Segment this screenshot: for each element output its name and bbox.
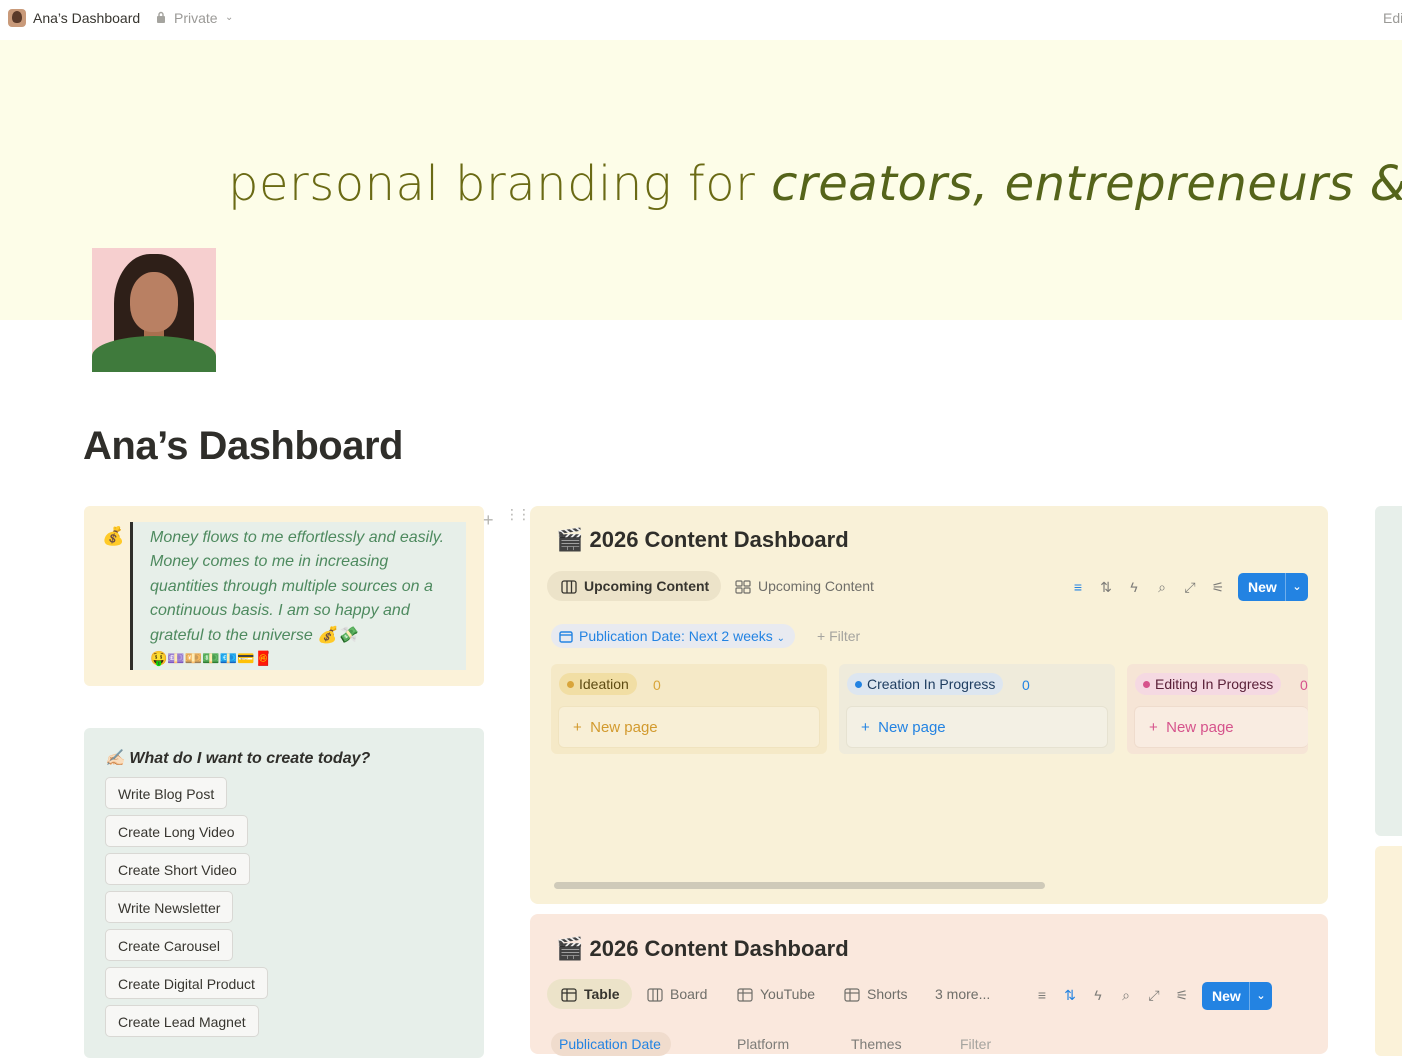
new-page-ideation[interactable]: + New page [558,706,820,748]
cover-text-italic: creators, entrepreneurs & bloggers [771,156,1402,212]
gallery-view-icon [735,580,751,594]
cover-text: personal branding for creators, entrepre… [228,156,1402,212]
tab-youtube[interactable]: YouTube [737,979,815,1009]
expand-icon[interactable]: ⤢ [1144,985,1164,1005]
edit-button[interactable]: Edi [1383,10,1402,26]
dashboard-title-2[interactable]: 🎬 2026 Content Dashboard [556,936,849,962]
themes-filter[interactable]: Themes [851,1036,902,1052]
horizontal-scrollbar[interactable] [554,882,1045,889]
publication-date-filter-2[interactable]: Publication Date [551,1032,671,1056]
chevron-down-icon[interactable]: ⌄ [1249,982,1272,1010]
chevron-down-icon[interactable]: ⌄ [1285,573,1308,601]
cover-text-plain: personal branding for [228,156,772,212]
lock-icon [157,11,165,23]
breadcrumb-page-title[interactable]: Ana’s Dashboard [33,10,140,26]
write-blog-post-button[interactable]: Write Blog Post [105,777,228,809]
right-panel-partial [1375,506,1402,836]
calendar-icon [559,631,573,643]
tab-upcoming-content-board[interactable]: Upcoming Content [547,571,722,601]
creation-count: 0 [1022,677,1030,693]
publication-date-filter[interactable]: Publication Date: Next 2 weeks ⌄ [551,624,796,648]
create-carousel-button[interactable]: Create Carousel [105,929,233,961]
search-icon[interactable]: ⌕ [1116,985,1136,1005]
search-icon[interactable]: ⌕ [1152,577,1172,597]
add-filter-2[interactable]: Filter [960,1036,991,1052]
expand-icon[interactable]: ⤢ [1180,577,1200,597]
create-today-heading: ✍🏻 What do I want to create today? [105,750,371,767]
new-page-editing[interactable]: + New page [1134,706,1308,748]
tab-shorts[interactable]: Shorts [844,979,907,1009]
create-lead-magnet-button[interactable]: Create Lead Magnet [105,1005,259,1037]
table-view-icon [844,988,860,1002]
page-title[interactable]: Ana’s Dashboard [83,424,403,469]
create-long-video-button[interactable]: Create Long Video [105,815,248,847]
new-button-2[interactable]: New ⌄ [1202,982,1272,1010]
status-tag-creation[interactable]: Creation In Progress [847,673,1004,695]
filter-icon[interactable]: ≡ [1032,985,1052,1005]
status-tag-ideation[interactable]: Ideation [559,673,637,695]
editing-count: 0 [1300,677,1308,693]
right-panel-partial-2 [1375,846,1402,1056]
tab-table[interactable]: Table [547,979,632,1009]
sort-icon[interactable]: ⇅ [1096,577,1116,597]
money-bag-icon: 💰 [102,526,125,546]
ideation-count: 0 [653,677,661,693]
status-tag-editing[interactable]: Editing In Progress [1135,673,1282,695]
table-view-icon [737,988,753,1002]
board-view-icon [561,580,577,594]
table-view-icon [561,988,577,1002]
affirmation-emojis: 🤑💷💴💵💶💳🧧 [150,650,273,666]
dashboard-title[interactable]: 🎬 2026 Content Dashboard [556,527,849,553]
page-icon-avatar[interactable] [8,9,26,27]
write-newsletter-button[interactable]: Write Newsletter [105,891,234,923]
create-short-video-button[interactable]: Create Short Video [105,853,250,885]
add-filter[interactable]: + Filter [817,628,860,644]
platform-filter[interactable]: Platform [737,1036,789,1052]
add-block-icon[interactable]: + [483,510,494,531]
create-digital-product-button[interactable]: Create Digital Product [105,967,268,999]
affirmation-text[interactable]: Money flows to me effortlessly and easil… [150,526,455,648]
settings-sliders-icon[interactable]: ⚟ [1172,985,1192,1005]
top-bar: Ana’s Dashboard Private ⌄ Edi [0,0,1402,36]
filter-icon[interactable]: ≡ [1068,577,1088,597]
new-button[interactable]: New ⌄ [1238,573,1308,601]
tab-upcoming-content-gallery[interactable]: Upcoming Content [735,571,874,601]
tab-board[interactable]: Board [647,979,707,1009]
privacy-label[interactable]: Private [174,10,218,26]
automation-lightning-icon[interactable]: ϟ [1124,577,1144,597]
settings-sliders-icon[interactable]: ⚟ [1208,577,1228,597]
board-view-icon [647,988,663,1002]
automation-lightning-icon[interactable]: ϟ [1088,985,1108,1005]
more-views-tab[interactable]: 3 more... [935,979,990,1009]
drag-handle-icon[interactable]: ⋮⋮ [505,507,531,521]
new-page-creation[interactable]: + New page [846,706,1108,748]
chevron-down-icon[interactable]: ⌄ [225,12,233,23]
page-icon-photo[interactable] [92,248,216,372]
sort-icon[interactable]: ⇅ [1060,985,1080,1005]
